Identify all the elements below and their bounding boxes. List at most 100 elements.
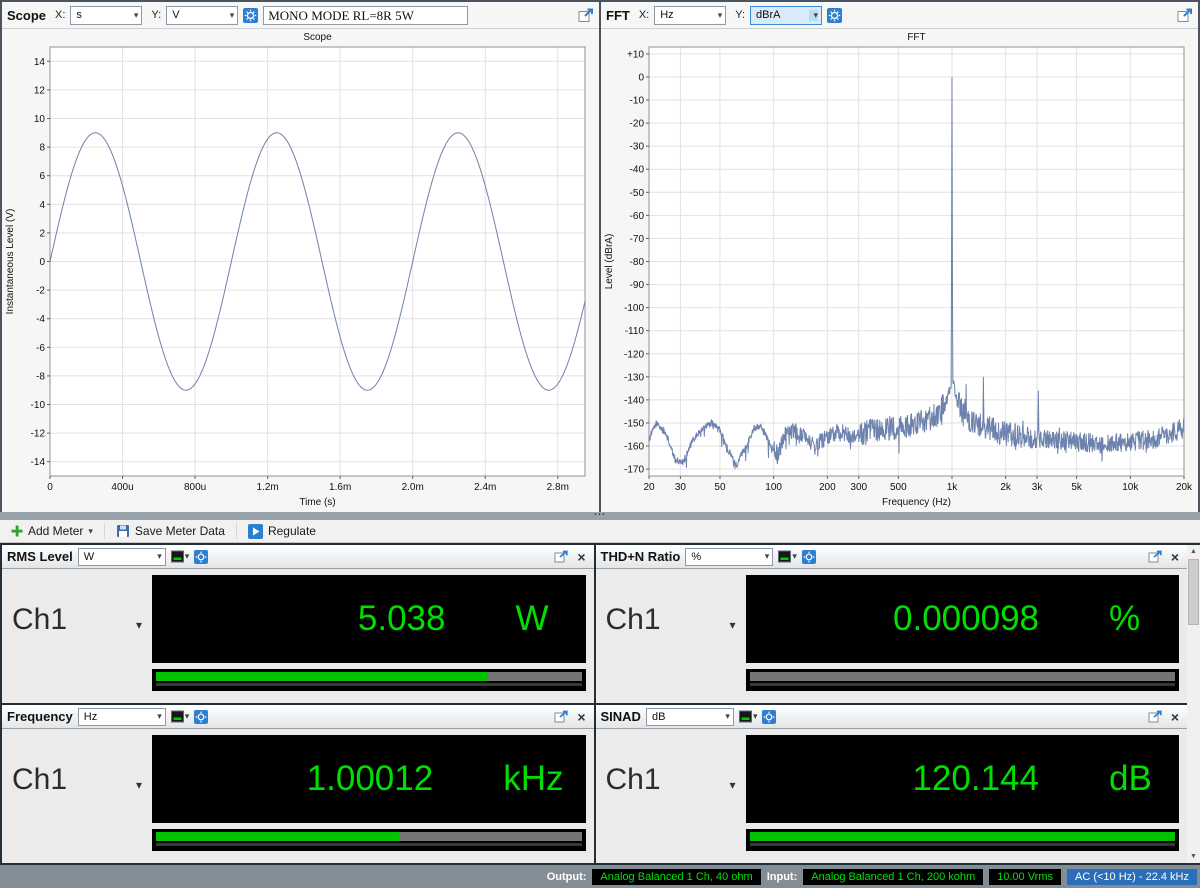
channel-name: Ch1 [12,603,67,637]
channel-selector[interactable]: Ch1 ▾ [606,763,736,797]
svg-text:10k: 10k [1122,482,1139,493]
svg-text:50: 50 [714,482,726,493]
meter-unit-dropdown[interactable]: W ▾ [78,548,166,566]
meter-bar-fill [750,832,1176,841]
chevron-down-icon: ▾ [152,711,162,722]
meter-header: SINAD dB ▾ ▾ × [596,705,1188,729]
close-icon[interactable]: × [1168,709,1182,725]
save-meter-data-button[interactable]: Save Meter Data [108,522,233,540]
output-config-badge[interactable]: Analog Balanced 1 Ch, 40 ohm [592,869,760,885]
scope-panel: Scope X: s ▾ Y: V ▾ MONO MODE RL=8R 5W [2,2,599,512]
svg-text:1k: 1k [947,482,959,493]
channel-selector[interactable]: Ch1 ▾ [12,763,142,797]
settings-gear-icon[interactable] [802,550,816,564]
status-bar: Output: Analog Balanced 1 Ch, 40 ohm Inp… [0,865,1200,888]
export-icon[interactable] [1148,710,1163,724]
svg-text:-90: -90 [630,280,645,291]
scope-panel-header: Scope X: s ▾ Y: V ▾ MONO MODE RL=8R 5W [2,2,599,29]
fft-x-unit-dropdown[interactable]: Hz ▾ [654,6,726,25]
meter-bar [152,669,586,691]
chevron-down-icon: ▾ [753,711,758,722]
close-icon[interactable]: × [574,549,588,565]
svg-text:200: 200 [819,482,836,493]
svg-text:0: 0 [39,257,45,268]
settings-gear-icon[interactable] [194,710,208,724]
scope-x-unit-dropdown[interactable]: s ▾ [70,6,142,25]
svg-text:8: 8 [39,143,45,154]
meters-grid: RMS Level W ▾ ▾ × [2,545,1187,863]
scope-export-icon[interactable] [578,8,594,23]
svg-text:400u: 400u [111,482,133,493]
add-meter-button[interactable]: Add Meter ▾ [3,522,101,540]
svg-text:0: 0 [47,482,53,493]
scope-panel-title: Scope [7,8,46,23]
chevron-down-icon: ▾ [136,618,142,632]
meter-toolbar: Add Meter ▾ Save Meter Data Regulate [0,520,1200,543]
meter-body: Ch1 ▾ 0.000098 % [596,569,1188,703]
export-icon[interactable] [1148,550,1163,564]
meter-unit-value: Hz [84,711,97,723]
meter-title: SINAD [601,709,641,724]
svg-text:-140: -140 [624,395,644,406]
meter-title: THD+N Ratio [601,549,681,564]
generator-level-badge[interactable]: 10.00 Vrms [989,869,1061,885]
svg-text:1.6m: 1.6m [329,482,351,493]
chevron-down-icon: ▾ [729,618,735,632]
svg-text:10: 10 [34,114,46,125]
close-icon[interactable]: × [574,709,588,725]
fft-settings-gear-icon[interactable] [827,8,842,23]
meter-value: 0.000098 [893,599,1039,639]
scope-y-unit-value: V [172,9,179,21]
svg-text:2.4m: 2.4m [474,482,496,493]
meter-display: 5.038 W [152,575,586,663]
svg-text:Instantaneous Level (V): Instantaneous Level (V) [5,209,16,315]
settings-gear-icon[interactable] [762,710,776,724]
meter-bar-track [156,672,582,681]
meter-unit-dropdown[interactable]: dB ▾ [646,708,734,726]
display-mode-icon[interactable]: ▾ [171,710,190,723]
input-config-badge[interactable]: Analog Balanced 1 Ch, 200 kohm [803,869,983,885]
apx500-window: Scope X: s ▾ Y: V ▾ MONO MODE RL=8R 5W [0,0,1200,888]
display-mode-icon[interactable]: ▾ [778,550,797,563]
svg-text:12: 12 [34,85,46,96]
bandwidth-badge[interactable]: AC (<10 Hz) - 22.4 kHz [1067,869,1197,885]
settings-gear-icon[interactable] [194,550,208,564]
svg-text:300: 300 [850,482,867,493]
fft-export-icon[interactable] [1177,8,1193,23]
display-mode-icon[interactable]: ▾ [171,550,190,563]
export-icon[interactable] [554,710,569,724]
close-icon[interactable]: × [1168,549,1182,565]
meter-panel-thdn-ratio: THD+N Ratio % ▾ ▾ × [596,545,1188,703]
channel-name: Ch1 [12,763,67,797]
scrollbar-up-icon[interactable]: ▲ [1187,545,1200,558]
meter-unit-dropdown[interactable]: % ▾ [685,548,773,566]
svg-text:-12: -12 [31,429,46,440]
channel-name: Ch1 [606,763,661,797]
scope-note-input[interactable]: MONO MODE RL=8R 5W [263,6,468,25]
svg-text:-6: -6 [36,343,45,354]
fft-y-unit-dropdown[interactable]: dBrA ▾ [750,6,822,25]
meter-unit-dropdown[interactable]: Hz ▾ [78,708,166,726]
regulate-button[interactable]: Regulate [240,522,324,541]
display-mode-icon[interactable]: ▾ [739,710,758,723]
meters-scrollbar[interactable]: ▲ ▼ [1187,545,1200,863]
scope-y-unit-dropdown[interactable]: V ▾ [166,6,238,25]
toolbar-separator [236,523,237,539]
export-icon[interactable] [554,550,569,564]
scope-settings-gear-icon[interactable] [243,8,258,23]
scope-x-axis-label: X: [55,9,65,21]
svg-text:-170: -170 [624,465,644,476]
splitter-handle[interactable]: ⋯ [0,512,1200,520]
save-meter-data-label: Save Meter Data [135,524,225,538]
svg-text:2.8m: 2.8m [547,482,569,493]
svg-text:20k: 20k [1176,482,1193,493]
scope-y-axis-label: Y: [151,9,161,21]
meter-bar-track [750,832,1176,841]
svg-text:-160: -160 [624,442,644,453]
scrollbar-thumb[interactable] [1188,559,1199,625]
input-label: Input: [767,871,798,883]
svg-text:-40: -40 [630,165,645,176]
scrollbar-down-icon[interactable]: ▼ [1187,850,1200,863]
channel-selector[interactable]: Ch1 ▾ [12,603,142,637]
channel-selector[interactable]: Ch1 ▾ [606,603,736,637]
